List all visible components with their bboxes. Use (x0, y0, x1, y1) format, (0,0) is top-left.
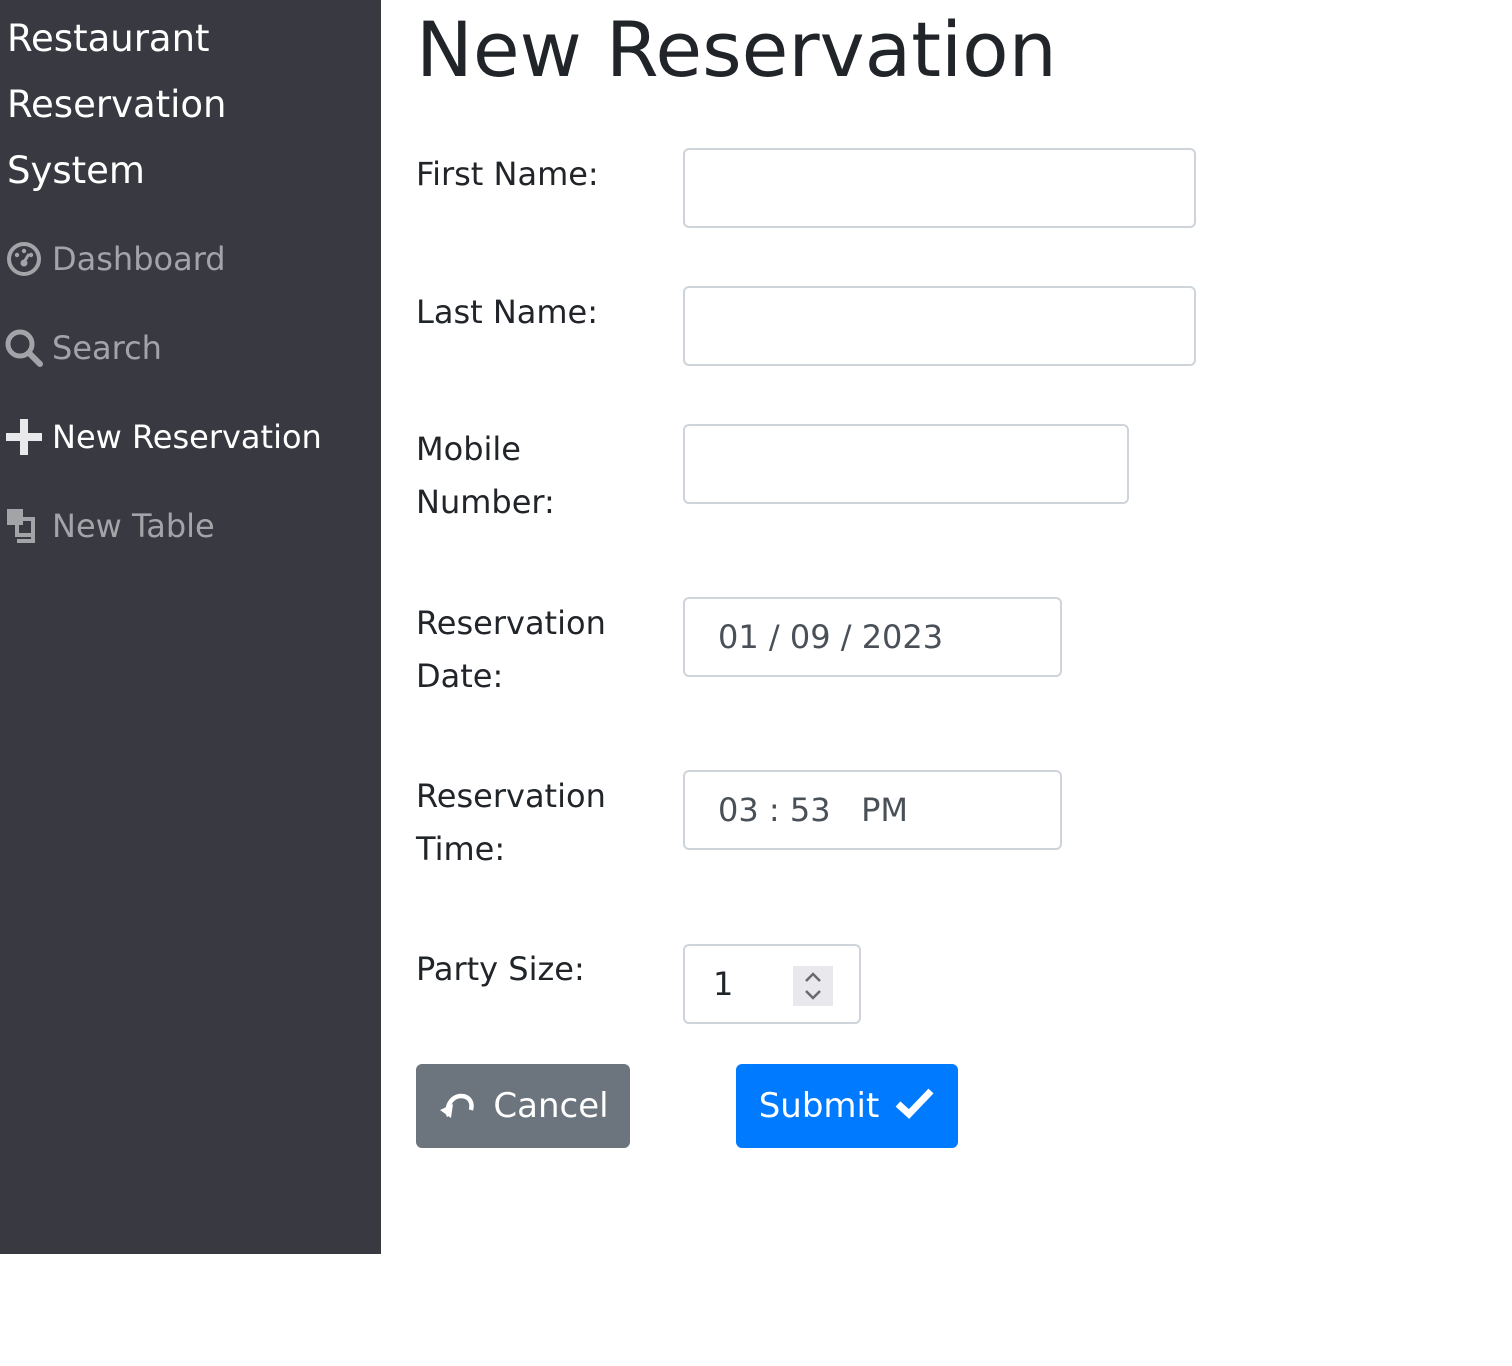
last-name-label: Last Name: (416, 293, 599, 331)
sidebar-item-new-table[interactable]: New Table (4, 501, 215, 551)
search-icon (4, 328, 44, 368)
sidebar-item-label: Dashboard (52, 240, 226, 278)
mobile-number-input[interactable] (683, 424, 1129, 504)
plus-icon (4, 417, 44, 457)
sidebar: Restaurant Reservation System Dashboard … (0, 0, 381, 1254)
checkmark-icon (895, 1086, 935, 1120)
reservation-time-label: Reservation Time: (416, 777, 606, 868)
party-size-input[interactable]: 1 (683, 944, 861, 1024)
party-size-value: 1 (713, 965, 734, 1003)
table-icon (4, 506, 44, 546)
cancel-button[interactable]: Cancel (416, 1064, 630, 1148)
first-name-input[interactable] (683, 148, 1196, 228)
submit-button-label: Submit (758, 1086, 880, 1126)
reservation-date-label: Reservation Date: (416, 604, 606, 695)
dashboard-icon (4, 239, 44, 279)
undo-icon (437, 1088, 477, 1124)
sidebar-item-search[interactable]: Search (4, 323, 162, 373)
sidebar-item-new-reservation[interactable]: New Reservation (4, 412, 322, 462)
mobile-number-label: Mobile Number: (416, 430, 555, 521)
cancel-button-label: Cancel (493, 1086, 609, 1126)
app-title: Restaurant Reservation System (7, 17, 227, 192)
reservation-date-value: 01 / 09 / 2023 (718, 618, 944, 656)
reservation-time-input[interactable]: 03 : 53 PM (683, 770, 1062, 850)
sidebar-item-label: Search (52, 329, 162, 367)
reservation-date-input[interactable]: 01 / 09 / 2023 (683, 597, 1062, 677)
last-name-input[interactable] (683, 286, 1196, 366)
submit-button[interactable]: Submit (736, 1064, 958, 1148)
sidebar-item-label: New Reservation (52, 418, 322, 456)
chevron-up-down-icon (805, 972, 821, 1000)
sidebar-item-label: New Table (52, 507, 215, 545)
first-name-label: First Name: (416, 155, 599, 193)
party-size-label: Party Size: (416, 950, 585, 988)
reservation-time-value: 03 : 53 PM (718, 791, 908, 829)
page-title: New Reservation (416, 5, 1057, 94)
sidebar-item-dashboard[interactable]: Dashboard (4, 234, 226, 284)
party-size-stepper[interactable] (793, 966, 833, 1006)
